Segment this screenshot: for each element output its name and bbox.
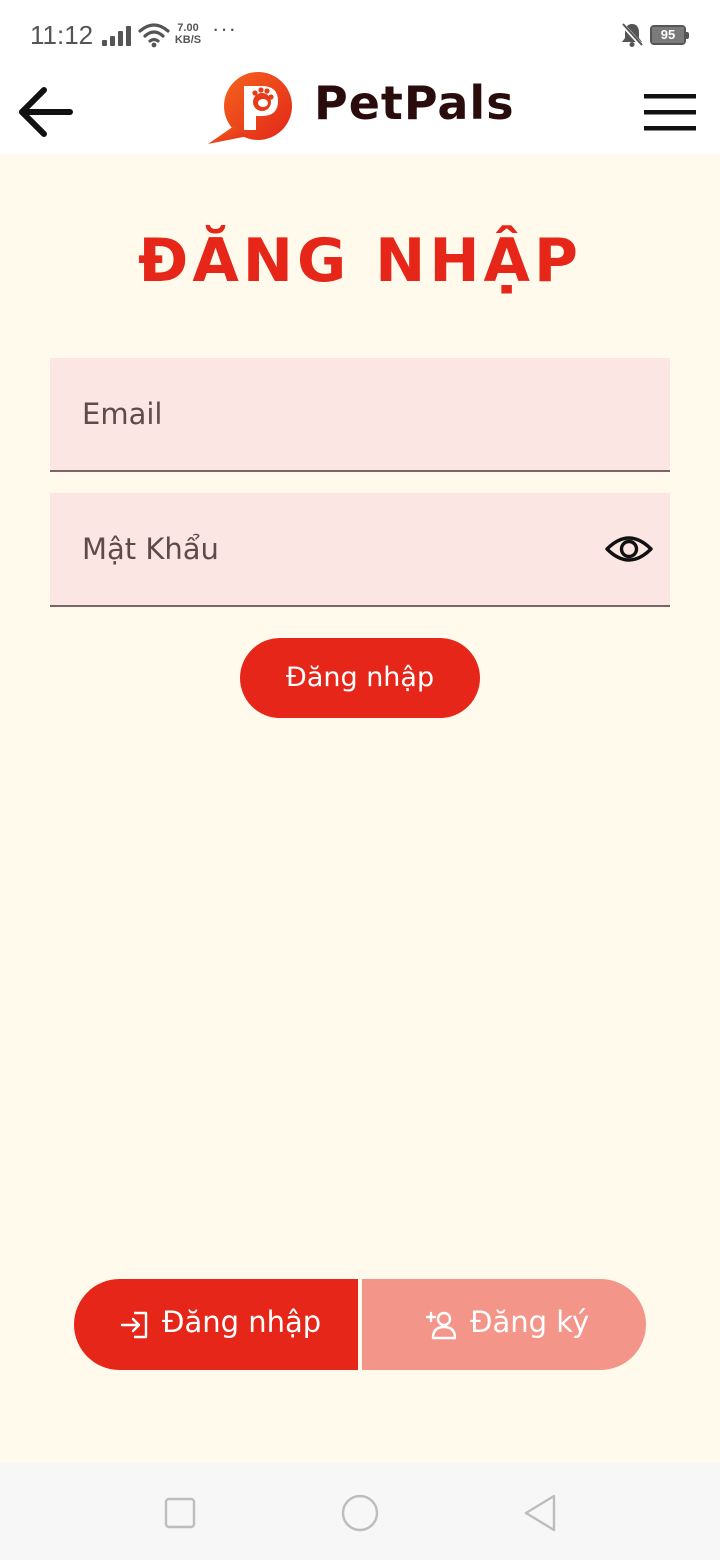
battery-level: 95 — [652, 27, 684, 43]
password-field[interactable] — [50, 493, 670, 605]
eye-icon[interactable] — [604, 533, 654, 565]
more-notifications-indicator: ··· — [212, 16, 237, 41]
page-title: ĐĂNG NHẬP — [138, 226, 582, 296]
back-button[interactable] — [14, 82, 78, 142]
battery-icon: 95 — [650, 25, 689, 45]
recents-square-icon[interactable] — [160, 1493, 200, 1533]
signal-icon — [102, 26, 131, 46]
network-speed: 7.00 KB/S — [172, 22, 204, 46]
arrow-left-icon — [19, 87, 73, 137]
password-field-container — [50, 493, 670, 607]
wifi-icon — [138, 23, 170, 48]
back-triangle-icon[interactable] — [520, 1493, 560, 1533]
login-submit-button[interactable]: Đăng nhập — [240, 638, 480, 718]
menu-button[interactable] — [640, 90, 700, 134]
status-time: 11:12 — [30, 20, 94, 50]
switch-register-label: Đăng ký — [470, 1305, 590, 1339]
hamburger-menu-icon — [644, 94, 696, 131]
app-name: PetPals — [314, 76, 515, 130]
status-bar: 11:12 7.00 KB/S ··· 95 — [0, 0, 720, 70]
email-field[interactable] — [50, 358, 670, 470]
add-user-icon — [426, 1311, 456, 1340]
switch-login-label: Đăng nhập — [162, 1305, 322, 1339]
auth-mode-switcher: Đăng nhập Đăng ký — [74, 1279, 646, 1370]
speech-bubble-paw-logo — [208, 72, 292, 144]
login-arrow-icon — [120, 1311, 148, 1339]
switch-register-button[interactable]: Đăng ký — [362, 1279, 646, 1370]
system-nav-bar — [0, 1463, 720, 1560]
home-circle-icon[interactable] — [340, 1493, 380, 1533]
network-speed-value: 7.00 — [177, 22, 199, 34]
app-logo: PetPals — [204, 70, 524, 150]
network-speed-unit: KB/S — [174, 34, 202, 46]
switch-login-button[interactable]: Đăng nhập — [74, 1279, 358, 1370]
bell-muted-icon — [620, 22, 644, 48]
app-header: PetPals — [0, 70, 720, 154]
email-field-container — [50, 358, 670, 472]
